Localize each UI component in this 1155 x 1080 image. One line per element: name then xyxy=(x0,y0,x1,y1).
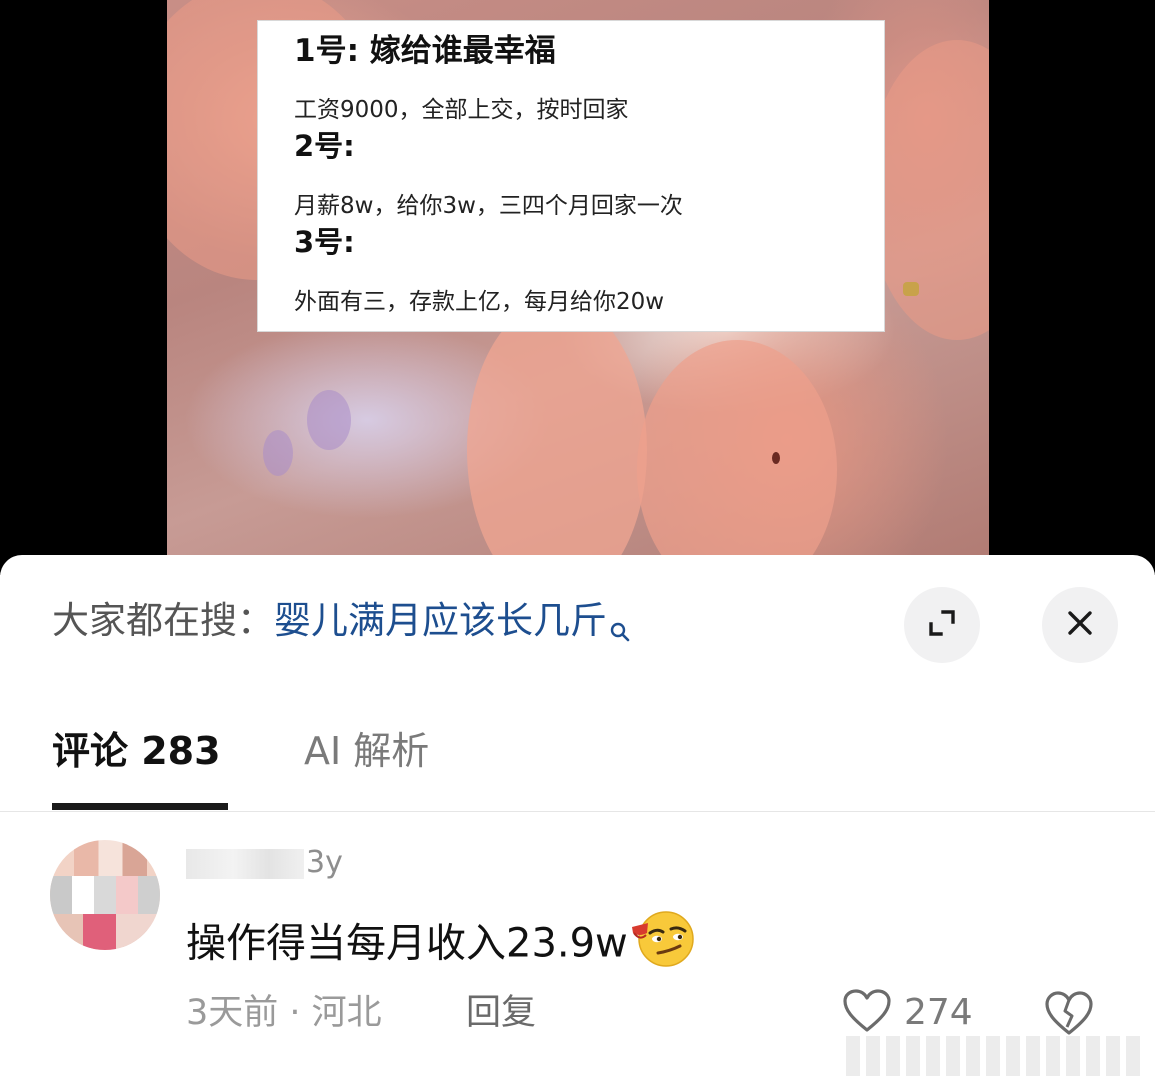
heart-icon xyxy=(842,988,892,1038)
trending-search-link[interactable]: 婴儿满月应该长几斤 xyxy=(274,599,607,642)
comment-time-location: 3天前 · 河北 xyxy=(186,993,382,1033)
comment-text: 操作得当每月收入23.9w xyxy=(186,920,628,967)
video-blob xyxy=(867,40,989,340)
option-1-title: 1号: 嫁给谁最幸福 xyxy=(294,33,556,69)
active-tab-indicator xyxy=(52,803,228,810)
video-blob xyxy=(467,300,647,575)
comment-sheet: 大家都在搜：婴儿满月应该长几斤 评论 283 AI 解析 3y 操作得当每月收入… xyxy=(0,555,1155,1080)
comment-username[interactable]: 3y xyxy=(186,843,343,883)
video-player[interactable]: 1号: 嫁给谁最幸福 工资9000，全部上交，按时回家 2号: 月薪8w，给你3… xyxy=(0,0,1155,575)
tab-ai-analysis[interactable]: AI 解析 xyxy=(304,725,429,777)
video-blob xyxy=(307,390,351,450)
smirk-emoji-icon xyxy=(630,907,696,984)
option-2-title: 2号: xyxy=(294,129,355,163)
tab-comments[interactable]: 评论 283 xyxy=(52,725,221,777)
username-visible-part: 3y xyxy=(306,845,343,880)
avatar[interactable] xyxy=(50,840,160,950)
expand-button[interactable] xyxy=(904,587,980,663)
username-blurred-part xyxy=(186,848,304,879)
like-button[interactable]: 274 xyxy=(842,987,973,1039)
video-text-overlay: 1号: 嫁给谁最幸福 工资9000，全部上交，按时回家 2号: 月薪8w，给你3… xyxy=(257,20,885,332)
close-icon xyxy=(1065,608,1095,642)
option-3-title: 3号: xyxy=(294,225,355,259)
close-button[interactable] xyxy=(1042,587,1118,663)
video-blob xyxy=(263,430,293,476)
tabs-divider xyxy=(0,811,1155,812)
reply-button[interactable]: 回复 xyxy=(466,989,536,1037)
expand-icon xyxy=(925,606,959,644)
video-blob xyxy=(637,340,837,575)
option-3-description: 外面有三，存款上亿，每月给你20w xyxy=(294,289,665,315)
like-count: 274 xyxy=(904,992,973,1033)
dislike-button[interactable] xyxy=(1044,989,1094,1041)
video-detail xyxy=(772,452,780,464)
trending-search-row[interactable]: 大家都在搜：婴儿满月应该长几斤 xyxy=(52,593,631,649)
video-detail xyxy=(903,282,919,296)
comment-body: 操作得当每月收入23.9w xyxy=(186,907,696,967)
option-1-description: 工资9000，全部上交，按时回家 xyxy=(294,97,629,123)
trending-search-label: 大家都在搜： xyxy=(52,599,274,642)
watermark xyxy=(846,1036,1146,1076)
option-2-description: 月薪8w，给你3w，三四个月回家一次 xyxy=(294,193,683,219)
search-icon xyxy=(609,603,631,659)
